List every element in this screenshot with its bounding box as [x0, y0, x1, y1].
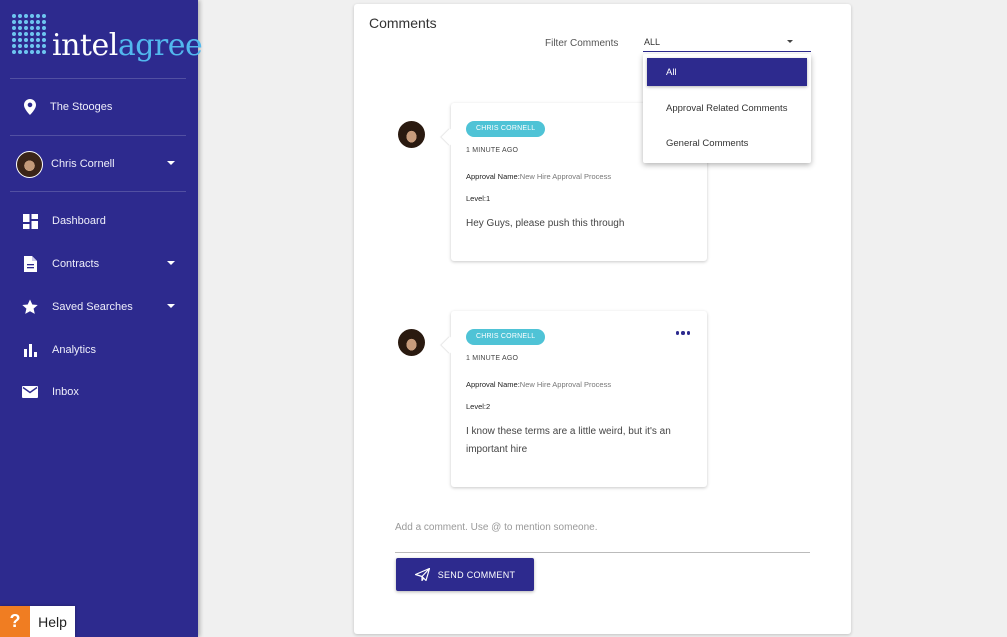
filter-option-all[interactable]: All: [647, 58, 807, 86]
question-mark-icon: ?: [0, 606, 30, 637]
help-label: Help: [38, 613, 67, 630]
comment-card: CHRIS CORNELL 1 MINUTE AGO Approval Name…: [451, 311, 707, 487]
sidebar-divider: [10, 135, 186, 136]
more-options-icon[interactable]: [675, 331, 690, 335]
sidebar-item-label: Analytics: [52, 344, 97, 356]
sidebar-item-label: Dashboard: [52, 215, 106, 227]
intelagree-logo[interactable]: intelagree: [12, 12, 203, 68]
dropdown-arrow-icon: [787, 40, 793, 43]
dashboard-icon: [21, 212, 39, 230]
sidebar-divider: [10, 191, 186, 192]
comment-time: 1 MINUTE AGO: [466, 355, 519, 362]
send-comment-button[interactable]: SEND COMMENT: [396, 558, 534, 591]
document-icon: [21, 255, 39, 273]
sidebar-item-label: Saved Searches: [52, 301, 133, 313]
filter-option-approval-related[interactable]: Approval Related Comments: [647, 93, 807, 123]
filter-value: ALL: [644, 37, 661, 47]
sidebar-item-label: Contracts: [52, 258, 100, 270]
author-badge[interactable]: CHRIS CORNELL: [466, 121, 546, 137]
location-selector[interactable]: The Stooges: [0, 93, 198, 121]
filter-option-general[interactable]: General Comments: [647, 131, 807, 155]
avatar: [398, 121, 425, 148]
star-icon: [21, 298, 39, 316]
comment-text: I know these terms are a little weird, b…: [466, 426, 671, 455]
sidebar-item-analytics[interactable]: Analytics: [0, 336, 198, 364]
send-comment-label: SEND COMMENT: [437, 569, 516, 580]
sidebar-item-label: Inbox: [52, 386, 79, 398]
comment-time: 1 MINUTE AGO: [466, 147, 519, 154]
avatar: [16, 151, 43, 178]
location-pin-icon: [21, 98, 39, 116]
chevron-down-icon: [167, 304, 175, 308]
comment-text: Hey Guys, please push this through: [466, 218, 625, 229]
logo-wordmark: intelagree: [52, 28, 203, 63]
logo-dots-icon: [12, 14, 46, 62]
sidebar-item-dashboard[interactable]: Dashboard: [0, 207, 198, 235]
filter-comments-select[interactable]: ALL: [643, 32, 811, 52]
avatar: [398, 329, 425, 356]
sidebar-item-inbox[interactable]: Inbox: [0, 378, 198, 406]
user-name: Chris Cornell: [51, 158, 115, 170]
sidebar-divider: [10, 78, 186, 79]
location-label: The Stooges: [50, 101, 113, 113]
send-icon: [414, 568, 430, 581]
comment-input[interactable]: Add a comment. Use @ to mention someone.: [395, 517, 810, 553]
chevron-down-icon: [167, 161, 175, 165]
user-menu[interactable]: Chris Cornell: [0, 150, 198, 178]
approval-level: Level:2: [466, 402, 491, 411]
mail-icon: [21, 383, 39, 401]
comments-card: Comments Filter Comments ALL All Approva…: [354, 4, 851, 634]
sidebar: intelagree The Stooges Chris Cornell Das…: [0, 0, 203, 637]
page-title: Comments: [369, 15, 437, 31]
approval-name: Approval Name:New Hire Approval Process: [466, 380, 612, 389]
sidebar-item-contracts[interactable]: Contracts: [0, 250, 198, 278]
approval-name: Approval Name:New Hire Approval Process: [466, 172, 612, 181]
bar-chart-icon: [21, 341, 39, 359]
filter-label: Filter Comments: [545, 38, 619, 49]
help-button[interactable]: ? Help: [0, 606, 75, 637]
approval-level: Level:1: [466, 194, 491, 203]
chevron-down-icon: [167, 261, 175, 265]
sidebar-item-saved-searches[interactable]: Saved Searches: [0, 293, 198, 321]
filter-dropdown-menu: All Approval Related Comments General Co…: [643, 54, 811, 163]
author-badge[interactable]: CHRIS CORNELL: [466, 329, 546, 345]
